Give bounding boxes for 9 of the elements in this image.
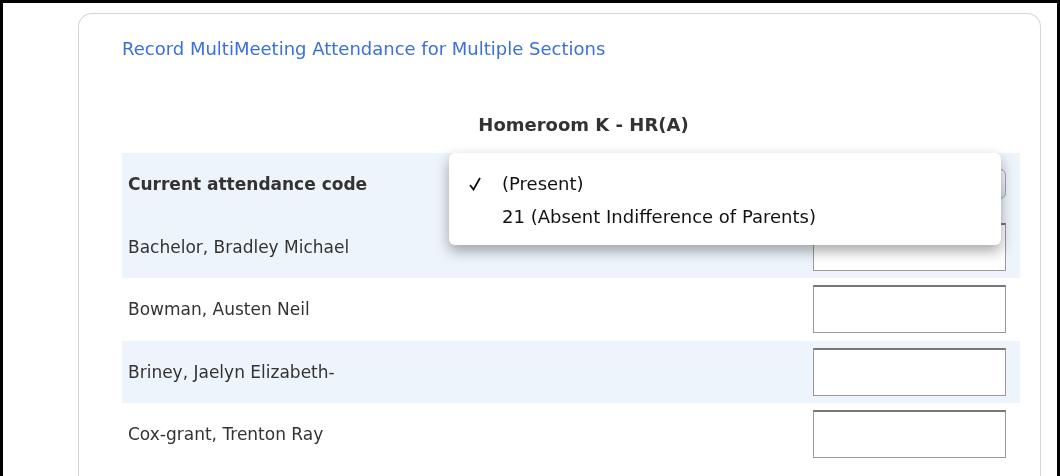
student-name: Cox-grant, Trenton Ray	[128, 424, 324, 445]
student-name: Bachelor, Bradley Michael	[128, 236, 350, 257]
code-label: Current attendance code	[128, 174, 368, 195]
menu-item[interactable]: 21 (Absent Indifference of Parents)	[449, 200, 1001, 233]
student-name: Briney, Jaelyn Elizabeth-	[128, 361, 335, 382]
student-name: Bowman, Austen Neil	[128, 299, 310, 320]
page-link[interactable]: Record MultiMeeting Attendance for Multiple Sections	[122, 38, 606, 59]
section-heading: Homeroom K - HR(A)	[477, 113, 690, 137]
menu-item[interactable]: (Present)	[449, 167, 1001, 200]
